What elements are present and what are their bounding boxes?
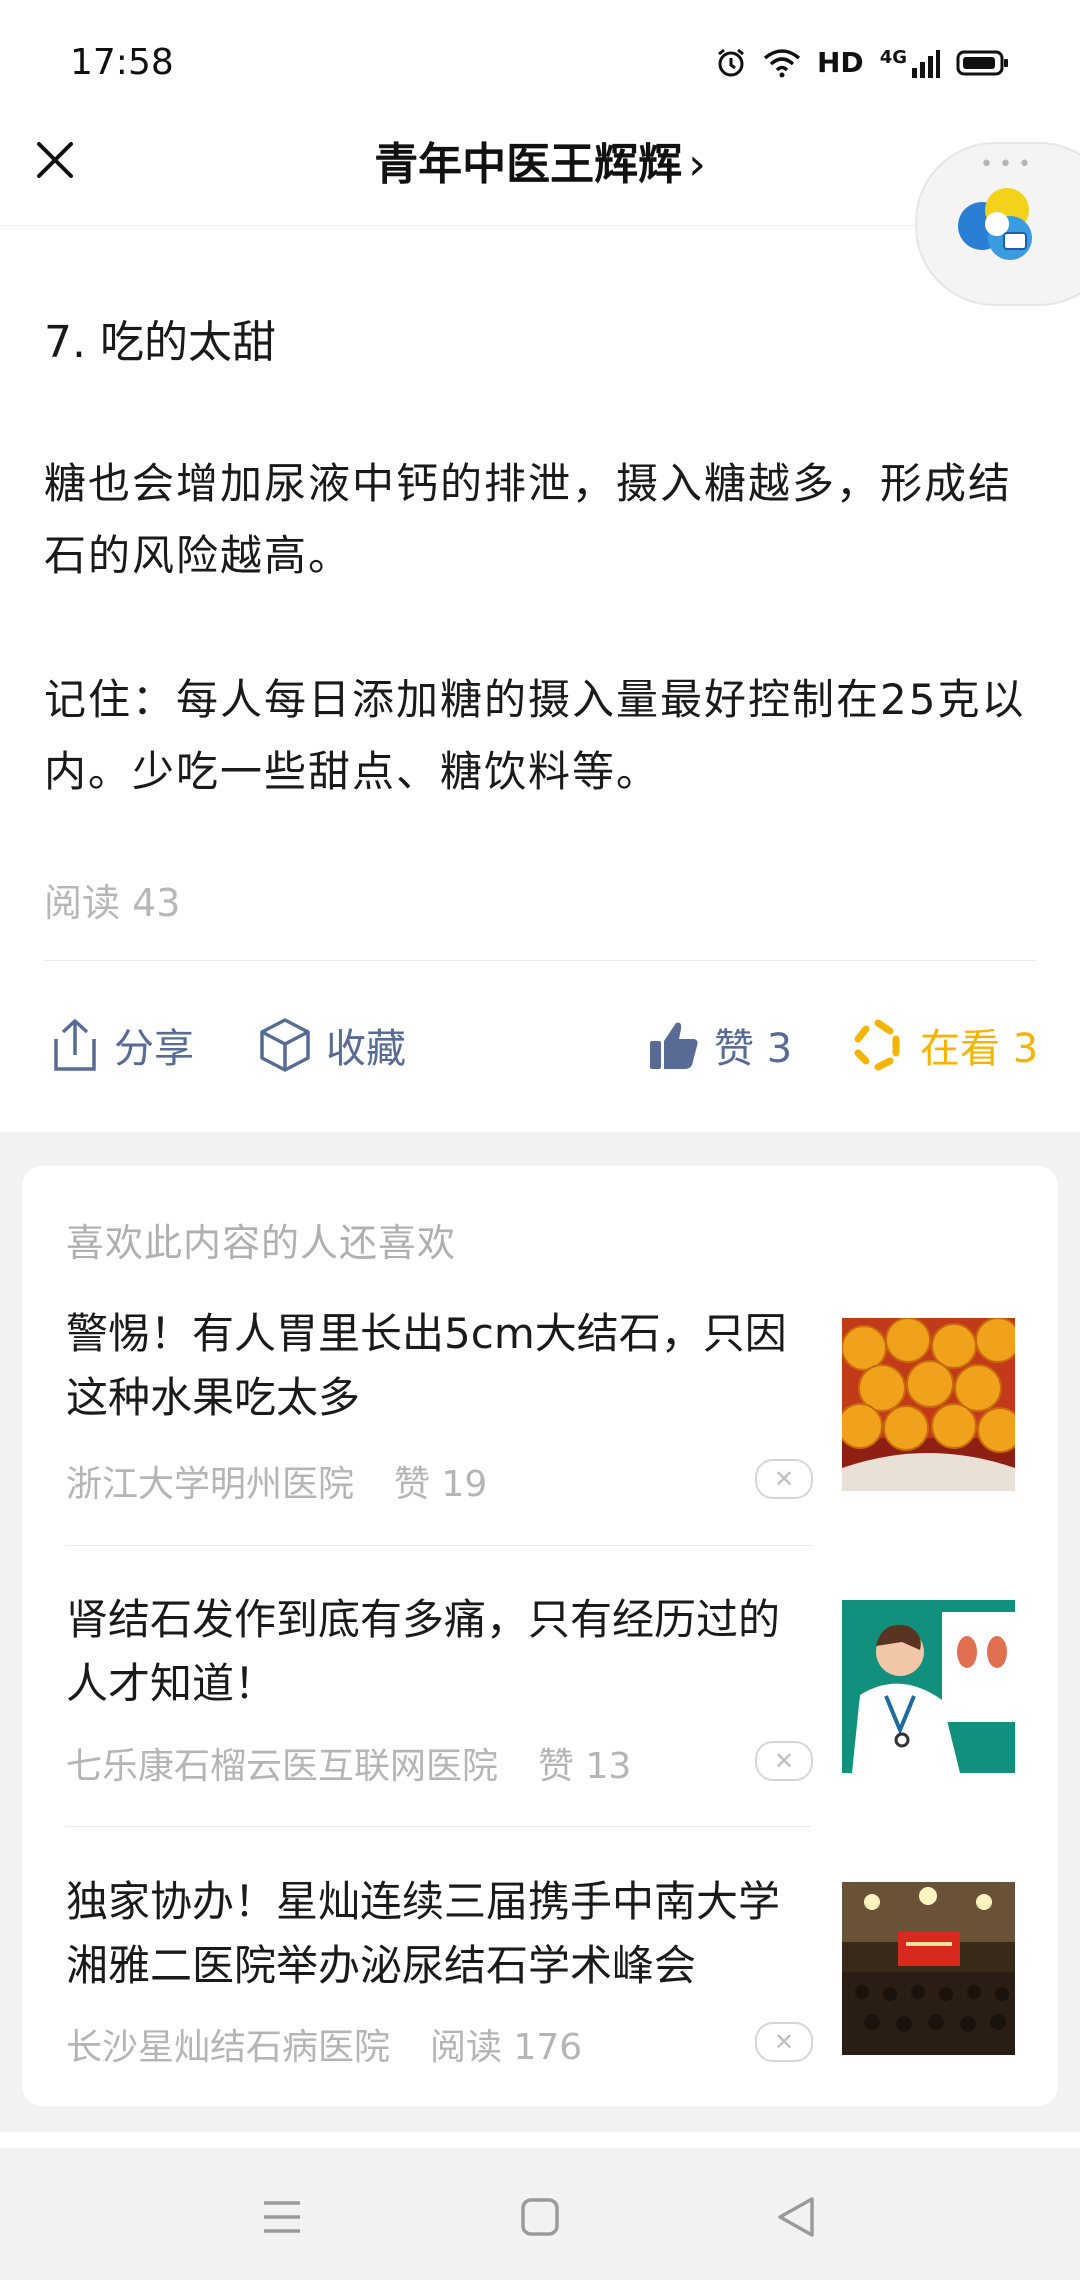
wifi-icon — [763, 48, 801, 77]
cube-icon — [260, 1018, 310, 1072]
item-divider — [66, 1826, 811, 1827]
article-paragraph: 糖也会增加尿液中钙的排泄，摄入糖越多，形成结石的风险越高。 — [44, 459, 1013, 580]
square-home-icon — [521, 2198, 559, 2236]
account-title: 青年中医王辉辉 — [374, 139, 683, 190]
mini-program-logo-icon[interactable] — [952, 178, 1042, 268]
dismiss-button[interactable]: ✕ — [755, 1459, 813, 1499]
network-label: 4G — [879, 46, 907, 68]
more-dots-icon[interactable]: ••• — [980, 152, 1037, 177]
hd-label: HD — [817, 46, 864, 79]
recommend-item-stat: 赞 19 — [394, 1464, 488, 1505]
close-icon: ✕ — [773, 1747, 795, 1775]
battery-icon — [956, 50, 1008, 75]
recents-button[interactable] — [252, 2192, 312, 2242]
close-icon: ✕ — [773, 2028, 795, 2056]
dismiss-button[interactable]: ✕ — [755, 1741, 813, 1781]
chevron-right-icon: › — [688, 139, 706, 190]
recommend-item-meta: 七乐康石榴云医互联网医院 赞 13 — [66, 1737, 631, 1789]
divider — [44, 960, 1036, 961]
share-label: 分享 — [114, 1026, 194, 1072]
status-time: 17:58 — [70, 42, 174, 83]
home-button[interactable] — [510, 2192, 570, 2242]
signal-icon — [912, 49, 940, 78]
dismiss-button[interactable]: ✕ — [755, 2022, 813, 2062]
article-paragraph: 记住：每人每日添加糖的摄入量最好控制在25克以内。少吃一些甜点、糖饮料等。 — [44, 675, 1026, 796]
share-button[interactable]: 分享 — [50, 1010, 194, 1080]
recommend-item-source[interactable]: 浙江大学明州医院 — [66, 1455, 354, 1507]
recommend-item-thumbnail[interactable] — [842, 1882, 1015, 2055]
alarm-icon — [718, 48, 744, 76]
like-label: 赞 3 — [714, 1026, 793, 1072]
recommend-item-title[interactable]: 独家协办！星灿连续三届携手中南大学湘雅二医院举办泌尿结石学术峰会 — [66, 1870, 811, 1998]
recommend-item-source[interactable]: 长沙星灿结石病医院 — [66, 2018, 390, 2070]
item-divider — [66, 1545, 811, 1546]
recommend-item-thumbnail[interactable] — [842, 1600, 1015, 1773]
watching-flower-icon — [854, 1019, 900, 1071]
recommend-section-title: 喜欢此内容的人还喜欢 — [66, 1221, 457, 1265]
menu-icon — [264, 2201, 300, 2233]
read-count: 阅读 43 — [44, 881, 181, 925]
share-icon — [54, 1019, 96, 1071]
recommend-item-meta: 浙江大学明州医院 赞 19 — [66, 1455, 487, 1507]
recommend-item-stat: 阅读 176 — [430, 2027, 583, 2068]
favorite-label: 收藏 — [326, 1026, 406, 1072]
thumbs-up-icon — [650, 1022, 698, 1069]
watching-label: 在看 3 — [920, 1026, 1039, 1072]
back-button[interactable] — [766, 2192, 826, 2242]
recommend-item-thumbnail[interactable] — [842, 1318, 1015, 1491]
recommend-item-stat: 赞 13 — [538, 1746, 632, 1787]
recommend-item-source[interactable]: 七乐康石榴云医互联网医院 — [66, 1737, 498, 1789]
recommend-item-title[interactable]: 肾结石发作到底有多痛，只有经历过的人才知道！ — [66, 1588, 811, 1716]
recommend-item-title[interactable]: 警惕！有人胃里长出5cm大结石，只因这种水果吃太多 — [66, 1302, 811, 1430]
watching-button[interactable]: 在看 3 — [850, 1010, 1038, 1080]
favorite-button[interactable]: 收藏 — [258, 1010, 406, 1080]
status-icons: HD 4G — [715, 46, 1010, 79]
close-icon: ✕ — [773, 1465, 795, 1493]
recommend-item-meta: 长沙星灿结石病医院 阅读 176 — [66, 2018, 582, 2070]
account-title-link[interactable]: 青年中医王辉辉 › — [0, 128, 1080, 192]
back-triangle-icon — [778, 2197, 814, 2237]
article-subheading: 7. 吃的太甜 — [44, 317, 276, 368]
like-button[interactable]: 赞 3 — [648, 1010, 792, 1080]
